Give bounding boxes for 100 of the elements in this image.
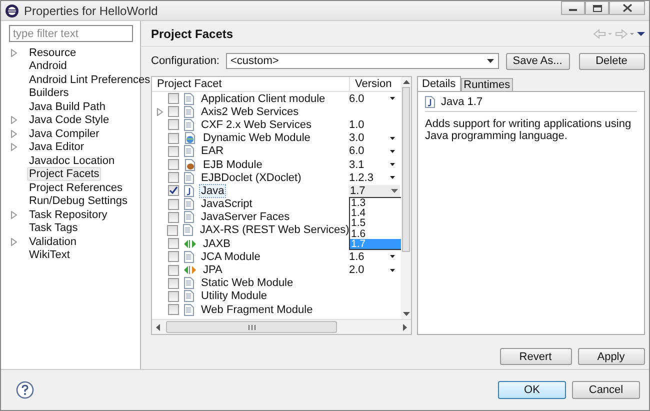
scroll-down-icon[interactable]: [402, 312, 410, 316]
sidebar-item[interactable]: Java Editor: [27, 140, 86, 154]
sidebar-item[interactable]: Task Tags: [27, 221, 80, 236]
checkbox[interactable]: [168, 132, 179, 144]
facet-name[interactable]: EAR: [199, 144, 226, 158]
checkbox[interactable]: [168, 251, 179, 262]
facet-name[interactable]: JavaServer Faces: [199, 210, 292, 224]
column-header[interactable]: Version: [350, 77, 392, 91]
filter-field[interactable]: type filter text: [9, 25, 133, 42]
scroll-left-icon[interactable]: [156, 324, 160, 330]
expand-icon[interactable]: [11, 48, 17, 57]
configuration-button[interactable]: Save As...: [506, 52, 570, 70]
sidebar-item[interactable]: WikiText: [27, 248, 72, 262]
sidebar-item[interactable]: Java Build Path: [27, 100, 108, 114]
configuration-label: Configuration:: [151, 55, 220, 67]
sidebar-item[interactable]: Builders: [27, 86, 71, 100]
sidebar-item[interactable]: Validation: [27, 234, 78, 249]
view-menu-icon[interactable]: [636, 30, 644, 36]
expand-icon[interactable]: [11, 238, 17, 246]
checkbox[interactable]: [168, 290, 179, 302]
scroll-up-icon[interactable]: [402, 80, 410, 84]
globe-document-icon: [184, 132, 196, 144]
minimize-button[interactable]: [561, 1, 585, 15]
document-icon: [184, 198, 194, 210]
close-button[interactable]: [609, 1, 645, 15]
version-option[interactable]: 1.5: [350, 218, 401, 229]
checkbox[interactable]: [168, 212, 179, 223]
sidebar-item[interactable]: Java Code Style: [27, 113, 112, 128]
tab[interactable]: Details: [417, 76, 461, 91]
page-button[interactable]: Apply: [578, 348, 644, 365]
dialog-button[interactable]: OK: [498, 381, 566, 399]
caret-icon[interactable]: [390, 176, 395, 180]
back-arrow-icon[interactable]: [592, 28, 612, 38]
version-option[interactable]: 1.6: [350, 228, 401, 239]
sidebar-item[interactable]: Android: [27, 59, 69, 74]
checkbox[interactable]: [167, 224, 178, 236]
checkbox[interactable]: [168, 106, 179, 118]
facet-name[interactable]: JAXB: [201, 236, 233, 251]
sidebar-item[interactable]: Javadoc Location: [27, 154, 117, 168]
checkbox[interactable]: [168, 93, 179, 104]
document-icon: [184, 106, 194, 118]
checkbox[interactable]: [168, 185, 179, 196]
facet-name[interactable]: EJB Module: [201, 158, 264, 172]
dialog-button[interactable]: Cancel: [572, 381, 640, 399]
facet-name[interactable]: JCA Module: [199, 250, 262, 264]
sidebar-item[interactable]: Task Repository: [27, 208, 110, 222]
facet-name[interactable]: JPA: [201, 263, 224, 278]
caret-icon[interactable]: [390, 150, 395, 153]
sidebar-item[interactable]: Project References: [27, 180, 125, 195]
facet-name[interactable]: Web Fragment Module: [199, 302, 315, 317]
facet-name[interactable]: Utility Module: [199, 289, 270, 304]
expand-icon[interactable]: [157, 108, 163, 116]
expand-icon[interactable]: [11, 143, 17, 152]
sidebar-item[interactable]: Java Compiler: [27, 126, 102, 141]
tab[interactable]: Runtimes: [460, 78, 514, 91]
sidebar-item[interactable]: Run/Debug Settings: [27, 194, 130, 208]
checkbox[interactable]: [168, 146, 179, 157]
sidebar-item[interactable]: Resource: [27, 46, 78, 60]
checkbox[interactable]: [168, 172, 179, 184]
expand-icon[interactable]: [11, 116, 17, 124]
caret-icon[interactable]: [390, 136, 395, 140]
checkbox[interactable]: [168, 159, 179, 170]
column-header[interactable]: Project Facet: [152, 77, 350, 91]
close-icon: [622, 4, 632, 12]
version-dropdown[interactable]: 1.7: [349, 184, 400, 197]
facet-name[interactable]: Java: [199, 184, 226, 198]
facet-name[interactable]: EJBDoclet (XDoclet): [199, 170, 304, 185]
checkbox[interactable]: [168, 238, 179, 250]
configuration-dropdown[interactable]: <custom>: [226, 53, 498, 69]
maximize-icon: [592, 4, 602, 12]
caret-icon[interactable]: [390, 163, 395, 166]
expand-icon[interactable]: [11, 130, 17, 138]
sidebar-item[interactable]: Project Facets: [27, 167, 102, 182]
maximize-button[interactable]: [585, 1, 609, 15]
checkbox[interactable]: [168, 278, 179, 289]
checkbox[interactable]: [168, 304, 179, 316]
caret-icon[interactable]: [390, 255, 395, 258]
facet-name[interactable]: Static Web Module: [199, 276, 296, 290]
document-icon: [184, 211, 194, 224]
configuration-button[interactable]: Delete: [578, 52, 644, 70]
caret-icon[interactable]: [390, 97, 395, 100]
sidebar-item[interactable]: Android Lint Preferences: [27, 72, 152, 87]
caret-icon[interactable]: [390, 268, 395, 272]
facet-name[interactable]: Axis2 Web Services: [199, 104, 301, 119]
facet-name[interactable]: JAX-RS (REST Web Services): [198, 223, 352, 238]
facet-name[interactable]: Dynamic Web Module: [201, 131, 312, 146]
version-option[interactable]: 1.4: [350, 208, 401, 218]
expand-icon[interactable]: [11, 210, 17, 219]
checkbox[interactable]: [168, 119, 179, 130]
vertical-scrollbar[interactable]: [401, 77, 411, 319]
help-icon[interactable]: [16, 381, 34, 399]
version-option[interactable]: 1.3: [350, 198, 401, 208]
facet-name[interactable]: Application Client module: [199, 92, 328, 106]
checkbox[interactable]: [168, 264, 179, 276]
horizontal-scrollbar[interactable]: [152, 319, 411, 334]
checkbox[interactable]: [168, 198, 179, 210]
scroll-right-icon[interactable]: [403, 324, 407, 330]
page-button[interactable]: Revert: [500, 348, 572, 365]
facet-name[interactable]: JavaScript: [199, 197, 254, 212]
facet-name[interactable]: CXF 2.x Web Services: [199, 118, 314, 132]
